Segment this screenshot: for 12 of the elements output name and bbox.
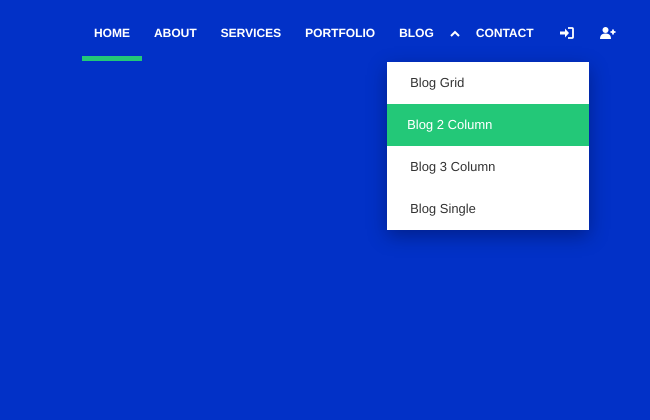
nav-link[interactable]: PORTFOLIO bbox=[293, 0, 388, 61]
login-icon[interactable] bbox=[560, 27, 574, 39]
nav-link[interactable]: ABOUT bbox=[142, 0, 209, 61]
dropdown-item[interactable]: Blog Grid bbox=[387, 62, 590, 104]
caret-icon[interactable] bbox=[450, 30, 460, 37]
dropdown-item[interactable]: Blog Single bbox=[387, 188, 590, 230]
nav-link[interactable]: CONTACT bbox=[464, 0, 546, 61]
nav-link[interactable]: HOME bbox=[82, 0, 142, 61]
nav-link[interactable]: SERVICES bbox=[208, 0, 294, 61]
dropdown-item[interactable]: Blog 3 Column bbox=[387, 146, 590, 188]
user-plus-icon[interactable] bbox=[600, 27, 616, 39]
nav-link[interactable]: BLOG bbox=[387, 0, 446, 61]
